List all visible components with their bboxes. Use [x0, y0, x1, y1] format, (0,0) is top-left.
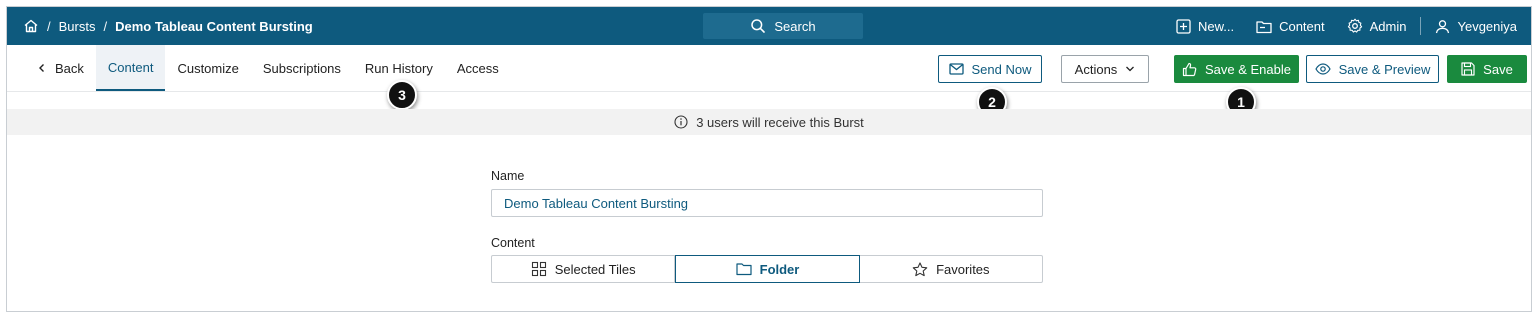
info-banner: 3 users will receive this Burst: [7, 109, 1531, 135]
name-input[interactable]: Demo Tableau Content Bursting: [491, 189, 1043, 217]
app-window: / Bursts / Demo Tableau Content Bursting…: [6, 6, 1532, 312]
save-preview-button[interactable]: Save & Preview: [1306, 55, 1439, 83]
back-label: Back: [55, 60, 84, 76]
breadcrumb-separator: /: [103, 18, 108, 34]
admin-label: Admin: [1369, 18, 1407, 34]
thumbs-up-icon: [1182, 62, 1197, 77]
send-now-label: Send Now: [971, 61, 1032, 77]
option-selected-tiles[interactable]: Selected Tiles: [492, 256, 676, 282]
folder-label: Folder: [759, 261, 800, 277]
save-label: Save: [1483, 61, 1513, 77]
save-enable-label: Save & Enable: [1204, 61, 1291, 77]
tab-subscriptions[interactable]: Subscriptions: [251, 45, 353, 91]
folder-icon: [1256, 19, 1272, 34]
toolbar: Back Content Customize Subscriptions Run…: [7, 45, 1531, 92]
actions-dropdown[interactable]: Actions: [1061, 55, 1149, 83]
new-label: New...: [1197, 18, 1235, 34]
tab-content[interactable]: Content: [95, 45, 166, 91]
eye-icon: [1314, 63, 1331, 75]
new-button[interactable]: New...: [1176, 19, 1234, 34]
folder-icon: [736, 262, 752, 276]
top-nav: New... Content Admin Yevgeniya: [1176, 7, 1517, 45]
tab-access[interactable]: Access: [445, 45, 511, 91]
save-enable-button[interactable]: Save & Enable: [1174, 55, 1299, 83]
save-icon: [1461, 62, 1475, 76]
selected-tiles-label: Selected Tiles: [554, 261, 636, 277]
info-text: 3 users will receive this Burst: [696, 114, 864, 130]
plus-square-icon: [1176, 18, 1191, 34]
content-label: Content: [491, 236, 535, 250]
grid-icon: [531, 261, 547, 277]
admin-button[interactable]: Admin: [1347, 18, 1407, 34]
top-bar: / Bursts / Demo Tableau Content Bursting…: [7, 7, 1531, 45]
search-button[interactable]: Search: [703, 13, 863, 39]
send-now-button[interactable]: Send Now: [938, 55, 1042, 83]
content-type-selector: Selected Tiles Folder Favorites: [491, 255, 1043, 283]
star-icon: [912, 261, 928, 277]
save-button[interactable]: Save: [1447, 55, 1527, 83]
user-menu-button[interactable]: Yevgeniya: [1435, 19, 1517, 34]
tab-customize[interactable]: Customize: [165, 45, 250, 91]
callout-marker-3: 3: [387, 80, 417, 110]
chevron-left-icon: [37, 63, 47, 73]
breadcrumb-bursts[interactable]: Bursts: [59, 19, 96, 34]
info-icon: [674, 115, 688, 129]
name-label: Name: [491, 169, 525, 183]
option-favorites[interactable]: Favorites: [860, 256, 1042, 282]
chevron-down-icon: [1125, 64, 1135, 74]
content-nav-button[interactable]: Content: [1256, 19, 1325, 34]
actions-label: Actions: [1074, 61, 1118, 77]
tab-bar: Back Content Customize Subscriptions Run…: [29, 45, 511, 91]
breadcrumb-separator: /: [47, 18, 51, 34]
search-label: Search: [774, 18, 816, 34]
breadcrumb: / Bursts / Demo Tableau Content Bursting: [23, 7, 313, 45]
save-preview-label: Save & Preview: [1338, 61, 1431, 77]
option-folder[interactable]: Folder: [675, 255, 860, 283]
user-icon: [1435, 19, 1450, 34]
nav-divider: [1420, 17, 1422, 35]
home-icon[interactable]: [23, 18, 39, 34]
back-button[interactable]: Back: [29, 45, 96, 91]
search-icon: [750, 18, 766, 34]
envelope-icon: [948, 63, 964, 75]
breadcrumb-current: Demo Tableau Content Bursting: [115, 18, 313, 34]
favorites-label: Favorites: [936, 261, 990, 277]
gear-icon: [1347, 18, 1363, 34]
user-name: Yevgeniya: [1457, 18, 1517, 34]
content-label: Content: [1279, 18, 1325, 34]
